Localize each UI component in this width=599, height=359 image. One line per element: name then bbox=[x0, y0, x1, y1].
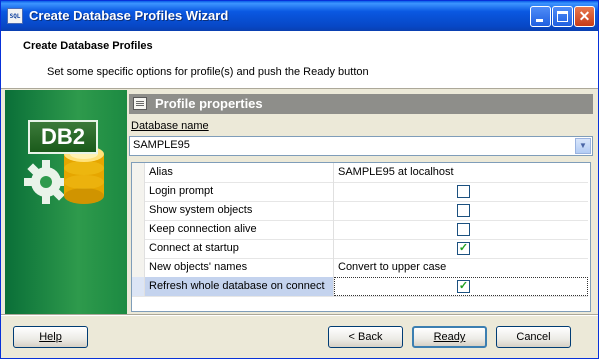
wizard-window: SQL Create Database Profiles Wizard ✕ Cr… bbox=[0, 0, 599, 359]
property-row[interactable]: Alias SAMPLE95 at localhost bbox=[132, 163, 588, 183]
minimize-icon bbox=[536, 19, 543, 22]
property-label: Keep connection alive bbox=[149, 223, 257, 235]
db2-badge: DB2 bbox=[28, 120, 98, 154]
cancel-button-label: Cancel bbox=[516, 331, 551, 343]
profile-properties-panel: Profile properties Database name SAMPLE9… bbox=[129, 94, 593, 312]
column-divider bbox=[333, 163, 334, 182]
ready-button[interactable]: Ready bbox=[412, 326, 487, 348]
property-value[interactable]: Convert to upper case bbox=[338, 261, 446, 273]
property-label: Connect at startup bbox=[149, 242, 239, 254]
app-icon: SQL bbox=[7, 8, 23, 24]
maximize-button[interactable] bbox=[552, 6, 573, 27]
cancel-button[interactable]: Cancel bbox=[496, 326, 571, 348]
database-name-value: SAMPLE95 bbox=[133, 139, 190, 151]
property-row[interactable]: Keep connection alive bbox=[132, 220, 588, 240]
property-label: Show system objects bbox=[149, 204, 253, 216]
properties-icon bbox=[133, 97, 147, 110]
property-row[interactable]: Connect at startup ✓ bbox=[132, 239, 588, 259]
wizard-header: Create Database Profiles Set some specif… bbox=[1, 31, 598, 89]
footer-divider-highlight bbox=[1, 315, 598, 316]
property-row[interactable]: Login prompt bbox=[132, 182, 588, 202]
window-title: Create Database Profiles Wizard bbox=[29, 8, 229, 23]
minimize-button[interactable] bbox=[530, 6, 551, 27]
column-divider bbox=[333, 182, 334, 201]
row-gutter bbox=[132, 277, 145, 296]
close-button[interactable]: ✕ bbox=[574, 6, 595, 27]
title-bar[interactable]: SQL Create Database Profiles Wizard ✕ bbox=[1, 1, 598, 31]
column-divider bbox=[333, 258, 334, 277]
row-gutter bbox=[132, 220, 145, 239]
column-divider bbox=[333, 239, 334, 258]
property-row[interactable]: Refresh whole database on connect ✓ bbox=[132, 277, 588, 297]
property-label: Alias bbox=[149, 166, 173, 178]
side-banner: DB2 bbox=[5, 90, 127, 314]
maximize-icon bbox=[557, 11, 568, 22]
help-button-label: Help bbox=[39, 331, 62, 343]
property-label: New objects' names bbox=[149, 261, 248, 273]
database-name-combo[interactable]: SAMPLE95 ▼ bbox=[129, 136, 593, 156]
property-checkbox[interactable] bbox=[457, 185, 470, 198]
property-row[interactable]: New objects' names Convert to upper case bbox=[132, 258, 588, 278]
page-subtitle: Set some specific options for profile(s)… bbox=[47, 66, 369, 78]
property-checkbox[interactable]: ✓ bbox=[457, 242, 470, 255]
property-checkbox[interactable] bbox=[457, 204, 470, 217]
help-button[interactable]: Help bbox=[13, 326, 88, 348]
property-label: Refresh whole database on connect bbox=[149, 280, 325, 292]
profile-properties-title: Profile properties bbox=[155, 96, 263, 111]
db2-database-logo: DB2 bbox=[20, 116, 116, 215]
property-label: Login prompt bbox=[149, 185, 214, 197]
property-value[interactable]: SAMPLE95 at localhost bbox=[338, 166, 454, 178]
properties-grid[interactable]: Alias SAMPLE95 at localhost Login prompt Sh… bbox=[131, 162, 591, 312]
close-icon: ✕ bbox=[578, 8, 591, 24]
column-divider bbox=[333, 201, 334, 220]
profile-properties-header: Profile properties bbox=[129, 94, 593, 114]
back-button-label: < Back bbox=[348, 331, 383, 343]
row-gutter bbox=[132, 258, 145, 277]
property-row[interactable]: Show system objects bbox=[132, 201, 588, 221]
column-divider bbox=[333, 220, 334, 239]
chevron-down-icon[interactable]: ▼ bbox=[575, 138, 591, 154]
ready-button-label: Ready bbox=[433, 331, 466, 343]
row-gutter bbox=[132, 182, 145, 201]
back-button[interactable]: < Back bbox=[328, 326, 403, 348]
row-gutter bbox=[132, 239, 145, 258]
row-gutter bbox=[132, 201, 145, 220]
row-gutter bbox=[132, 163, 145, 182]
page-title: Create Database Profiles bbox=[23, 40, 153, 52]
database-name-label: Database name bbox=[131, 120, 209, 132]
property-checkbox[interactable] bbox=[457, 223, 470, 236]
property-checkbox[interactable]: ✓ bbox=[457, 280, 470, 293]
